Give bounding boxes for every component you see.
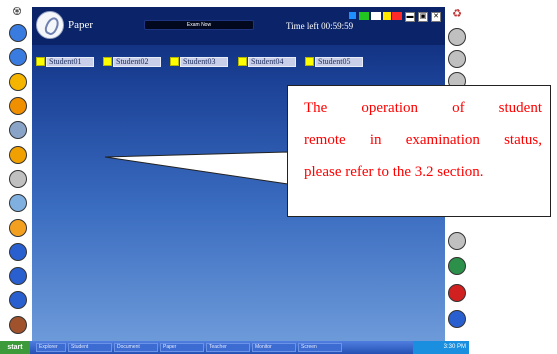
callout-line: remote in examination status, (304, 132, 542, 148)
callout-line: The operation of student (304, 100, 542, 116)
annotation-callout: The operation of student remote in exami… (287, 85, 551, 217)
callout-line: please refer to the 3.2 section. (304, 164, 484, 180)
callout-pointer-shape (104, 151, 289, 185)
